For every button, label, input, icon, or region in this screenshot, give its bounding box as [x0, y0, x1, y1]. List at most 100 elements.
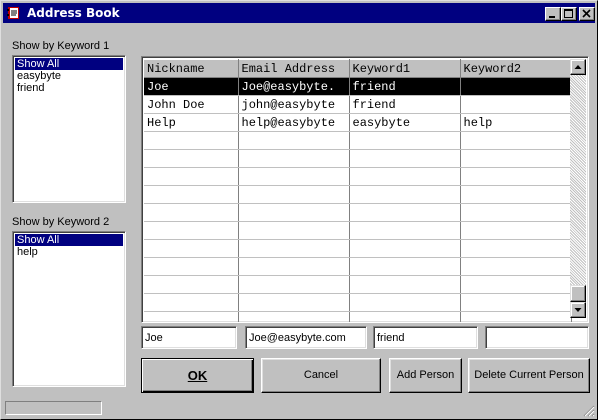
table-cell[interactable] — [238, 257, 350, 276]
address-grid[interactable]: Nickname Email Address Keyword1 Keyword2 Jo… — [141, 56, 589, 323]
table-cell[interactable] — [349, 149, 461, 168]
table-cell[interactable] — [238, 293, 350, 312]
table-cell[interactable] — [460, 95, 572, 114]
minimize-button[interactable] — [545, 7, 561, 21]
keyword1-field[interactable] — [373, 326, 478, 349]
table-cell[interactable] — [238, 311, 350, 322]
empty-table-row[interactable] — [144, 311, 572, 322]
table-cell[interactable] — [349, 293, 461, 312]
keyword2-list-item[interactable]: Show All — [15, 234, 123, 246]
table-cell[interactable] — [460, 203, 572, 222]
table-cell[interactable] — [460, 275, 572, 294]
keyword2-list-item[interactable]: help — [15, 246, 123, 258]
empty-table-row[interactable] — [144, 275, 572, 294]
column-header[interactable]: Keyword1 — [349, 59, 461, 78]
table-cell[interactable] — [349, 167, 461, 186]
table-cell[interactable] — [349, 311, 461, 322]
table-cell[interactable] — [144, 203, 239, 222]
table-cell[interactable] — [349, 275, 461, 294]
table-cell[interactable]: friend — [349, 95, 461, 114]
table-cell[interactable] — [349, 203, 461, 222]
table-cell[interactable] — [460, 149, 572, 168]
table-cell[interactable] — [144, 293, 239, 312]
table-cell[interactable]: easybyte — [349, 113, 461, 132]
table-row[interactable]: John Doe john@easybyte friend — [144, 95, 572, 114]
table-cell[interactable] — [238, 239, 350, 258]
empty-table-row[interactable] — [144, 167, 572, 186]
maximize-button[interactable] — [561, 7, 577, 21]
table-cell[interactable] — [460, 131, 572, 150]
table-cell[interactable] — [144, 311, 239, 322]
table-cell[interactable] — [238, 275, 350, 294]
table-cell[interactable] — [144, 257, 239, 276]
table-cell[interactable]: Joe@easybyte. — [238, 77, 350, 96]
table-cell[interactable]: Help — [144, 113, 239, 132]
table-cell[interactable] — [144, 239, 239, 258]
title-bar[interactable]: Address Book — [3, 3, 595, 23]
table-row[interactable]: Joe Joe@easybyte. friend — [144, 77, 572, 96]
column-header[interactable]: Nickname — [144, 59, 239, 78]
empty-table-row[interactable] — [144, 221, 572, 240]
table-cell[interactable] — [144, 275, 239, 294]
empty-table-row[interactable] — [144, 185, 572, 204]
table-cell[interactable]: John Doe — [144, 95, 239, 114]
table-cell[interactable] — [460, 257, 572, 276]
table-cell[interactable] — [144, 149, 239, 168]
column-header[interactable]: Keyword2 — [460, 59, 572, 78]
table-cell[interactable] — [460, 311, 572, 322]
add-person-button[interactable]: Add Person — [389, 358, 462, 393]
table-cell[interactable] — [349, 131, 461, 150]
table-cell[interactable] — [460, 293, 572, 312]
table-cell[interactable]: help — [460, 113, 572, 132]
table-cell[interactable] — [349, 257, 461, 276]
table-cell[interactable] — [238, 221, 350, 240]
table-cell[interactable] — [349, 221, 461, 240]
table-cell[interactable] — [144, 167, 239, 186]
scroll-up-button[interactable] — [570, 59, 586, 75]
table-cell[interactable]: Joe — [144, 77, 239, 96]
empty-table-row[interactable] — [144, 149, 572, 168]
table-cell[interactable] — [238, 167, 350, 186]
table-cell[interactable] — [460, 221, 572, 240]
keyword1-listbox[interactable]: Show All easybyte friend — [12, 55, 126, 203]
delete-person-button[interactable]: Delete Current Person — [468, 358, 590, 393]
table-cell[interactable] — [460, 77, 572, 96]
keyword1-list-item[interactable]: Show All — [15, 58, 123, 70]
table-cell[interactable] — [144, 185, 239, 204]
table-cell[interactable] — [460, 167, 572, 186]
table-cell[interactable] — [144, 221, 239, 240]
table-cell[interactable] — [238, 185, 350, 204]
table-row[interactable]: Help help@easybyte easybyte help — [144, 113, 572, 132]
table-cell[interactable] — [238, 149, 350, 168]
column-header[interactable]: Email Address — [238, 59, 350, 78]
table-cell[interactable]: john@easybyte — [238, 95, 350, 114]
empty-table-row[interactable] — [144, 257, 572, 276]
address-table: Nickname Email Address Keyword1 Keyword2 Jo… — [144, 59, 572, 322]
table-cell[interactable] — [460, 239, 572, 258]
table-cell[interactable]: help@easybyte — [238, 113, 350, 132]
empty-table-row[interactable] — [144, 203, 572, 222]
empty-table-row[interactable] — [144, 131, 572, 150]
table-cell[interactable] — [238, 203, 350, 222]
table-cell[interactable]: friend — [349, 77, 461, 96]
cancel-button[interactable]: Cancel — [261, 358, 381, 393]
table-cell[interactable] — [238, 131, 350, 150]
empty-table-row[interactable] — [144, 239, 572, 258]
email-field[interactable] — [245, 326, 367, 349]
scroll-thumb[interactable] — [570, 285, 586, 302]
close-button[interactable] — [579, 7, 595, 21]
keyword1-list-item[interactable]: friend — [15, 82, 123, 94]
keyword2-listbox[interactable]: Show All help — [12, 231, 126, 387]
scroll-down-button[interactable] — [570, 302, 586, 318]
keyword1-list-item[interactable]: easybyte — [15, 70, 123, 82]
nickname-field[interactable] — [141, 326, 237, 349]
ok-button[interactable]: OK — [141, 358, 254, 393]
resize-grip-icon[interactable] — [583, 405, 595, 417]
table-cell[interactable] — [349, 239, 461, 258]
table-cell[interactable] — [349, 185, 461, 204]
keyword2-field[interactable] — [485, 326, 589, 349]
empty-table-row[interactable] — [144, 293, 572, 312]
grid-vertical-scrollbar[interactable] — [570, 59, 586, 318]
table-cell[interactable] — [460, 185, 572, 204]
table-cell[interactable] — [144, 131, 239, 150]
